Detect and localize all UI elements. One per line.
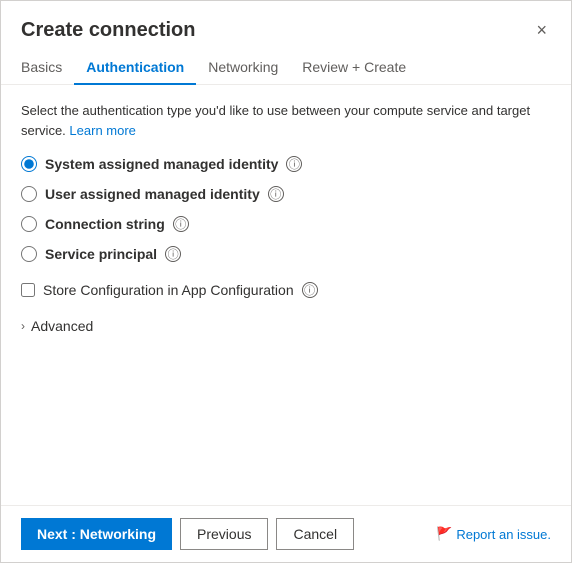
learn-more-link[interactable]: Learn more <box>69 123 135 138</box>
connection-string-info-icon[interactable]: ⓘ <box>173 216 189 232</box>
system-managed-info-icon[interactable]: ⓘ <box>286 156 302 172</box>
cancel-button[interactable]: Cancel <box>276 518 354 550</box>
advanced-section[interactable]: › Advanced <box>21 318 551 334</box>
create-connection-dialog: Create connection × Basics Authenticatio… <box>0 0 572 563</box>
service-principal-info-icon[interactable]: ⓘ <box>165 246 181 262</box>
tab-bar: Basics Authentication Networking Review … <box>1 51 571 85</box>
dialog-header: Create connection × <box>1 1 571 51</box>
radio-system-managed-input[interactable] <box>21 156 37 172</box>
report-icon: 🚩 <box>436 526 452 542</box>
description-text: Select the authentication type you'd lik… <box>21 101 551 140</box>
store-config-label: Store Configuration in App Configuration <box>43 282 294 298</box>
radio-connection-string-input[interactable] <box>21 216 37 232</box>
dialog-footer: Next : Networking Previous Cancel 🚩 Repo… <box>1 505 571 562</box>
tab-authentication[interactable]: Authentication <box>74 51 196 85</box>
radio-system-managed[interactable]: System assigned managed identity ⓘ <box>21 156 551 172</box>
store-config-info-icon[interactable]: ⓘ <box>302 282 318 298</box>
radio-service-principal[interactable]: Service principal ⓘ <box>21 246 551 262</box>
radio-user-managed[interactable]: User assigned managed identity ⓘ <box>21 186 551 202</box>
tab-basics[interactable]: Basics <box>21 51 74 85</box>
user-managed-info-icon[interactable]: ⓘ <box>268 186 284 202</box>
radio-service-principal-input[interactable] <box>21 246 37 262</box>
report-issue-link[interactable]: 🚩 Report an issue. <box>436 526 551 542</box>
previous-button[interactable]: Previous <box>180 518 268 550</box>
radio-user-managed-input[interactable] <box>21 186 37 202</box>
auth-type-radio-group: System assigned managed identity ⓘ User … <box>21 156 551 262</box>
advanced-chevron-icon: › <box>21 319 25 333</box>
radio-user-managed-label: User assigned managed identity <box>45 186 260 202</box>
tab-networking[interactable]: Networking <box>196 51 290 85</box>
radio-connection-string-label: Connection string <box>45 216 165 232</box>
next-button[interactable]: Next : Networking <box>21 518 172 550</box>
close-button[interactable]: × <box>532 17 551 43</box>
radio-service-principal-label: Service principal <box>45 246 157 262</box>
radio-system-managed-label: System assigned managed identity <box>45 156 278 172</box>
advanced-label: Advanced <box>31 318 93 334</box>
tab-review-create[interactable]: Review + Create <box>290 51 418 85</box>
radio-connection-string[interactable]: Connection string ⓘ <box>21 216 551 232</box>
tab-content: Select the authentication type you'd lik… <box>1 85 571 505</box>
report-issue-label: Report an issue. <box>456 527 551 542</box>
store-config-section: Store Configuration in App Configuration… <box>21 282 551 298</box>
store-config-checkbox[interactable] <box>21 283 35 297</box>
dialog-title: Create connection <box>21 19 195 42</box>
